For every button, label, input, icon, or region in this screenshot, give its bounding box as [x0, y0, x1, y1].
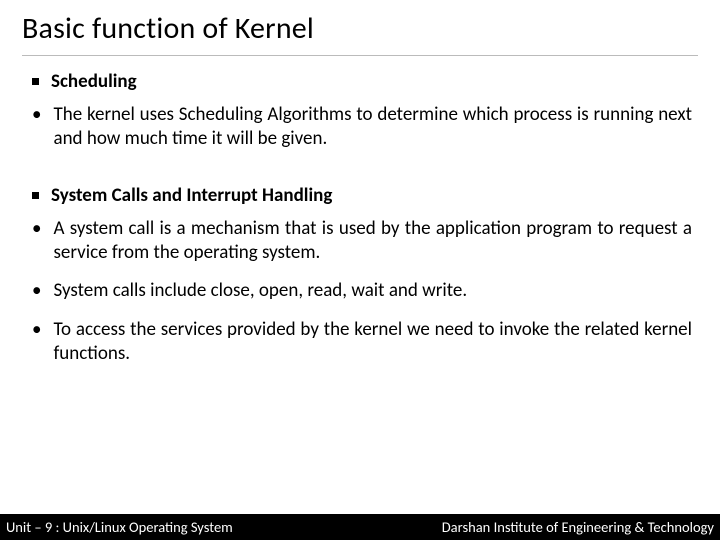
slide-title: Basic function of Kernel	[22, 10, 698, 56]
slide-footer: Unit – 9 : Unix/Linux Operating System D…	[0, 514, 720, 540]
bullet-item: • System calls include close, open, read…	[32, 279, 692, 303]
bullet-text: To access the services provided by the k…	[53, 318, 692, 367]
footer-right: Darshan Institute of Engineering & Techn…	[442, 518, 714, 536]
section-heading-text: Scheduling	[51, 70, 137, 93]
footer-left: Unit – 9 : Unix/Linux Operating System	[6, 518, 233, 536]
section-gap	[32, 166, 692, 184]
section-heading: System Calls and Interrupt Handling	[32, 184, 692, 207]
dot-bullet-icon: •	[32, 103, 41, 127]
slide: Basic function of Kernel Scheduling • Th…	[0, 0, 720, 540]
bullet-item: • The kernel uses Scheduling Algorithms …	[32, 103, 692, 152]
slide-content: Scheduling • The kernel uses Scheduling …	[22, 70, 698, 366]
dot-bullet-icon: •	[32, 279, 41, 303]
bullet-item: • To access the services provided by the…	[32, 318, 692, 367]
bullet-text: The kernel uses Scheduling Algorithms to…	[53, 103, 692, 152]
bullet-text: System calls include close, open, read, …	[53, 279, 692, 303]
section-heading-text: System Calls and Interrupt Handling	[51, 184, 332, 207]
square-bullet-icon	[32, 192, 39, 199]
bullet-text: A system call is a mechanism that is use…	[53, 217, 692, 266]
dot-bullet-icon: •	[32, 217, 41, 241]
section-heading: Scheduling	[32, 70, 692, 93]
dot-bullet-icon: •	[32, 318, 41, 342]
square-bullet-icon	[32, 78, 39, 85]
bullet-item: • A system call is a mechanism that is u…	[32, 217, 692, 266]
